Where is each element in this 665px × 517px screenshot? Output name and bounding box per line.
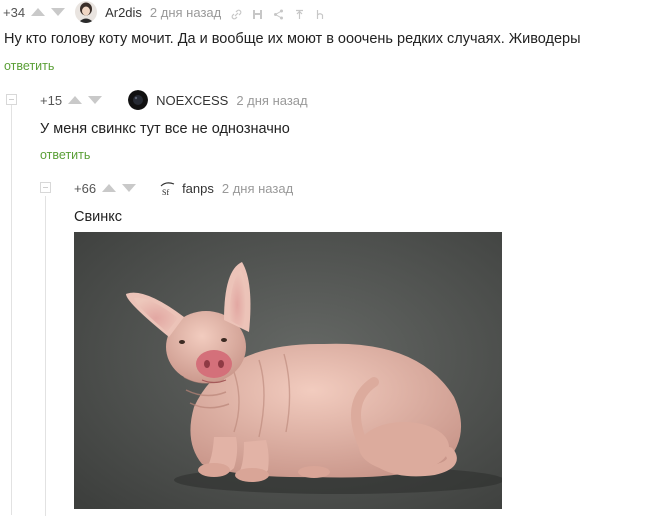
collapse-toggle[interactable] xyxy=(6,94,17,105)
comment-text: Свинкс xyxy=(74,209,123,225)
reply-link[interactable]: ответить xyxy=(40,148,90,162)
comment-rating: +66 xyxy=(74,180,97,196)
pin-icon[interactable] xyxy=(294,7,305,19)
upvote-icon[interactable] xyxy=(102,184,117,192)
thread-line xyxy=(11,105,12,515)
reply-link[interactable]: ответить xyxy=(4,59,54,73)
comment-2-header: +15 NOEXCESS 2 дня назад xyxy=(40,90,308,110)
avatar[interactable] xyxy=(75,1,98,23)
comment-time: 2 дня назад xyxy=(149,4,222,20)
h-icon[interactable] xyxy=(315,7,326,19)
thread-line xyxy=(45,196,46,516)
avatar[interactable] xyxy=(128,90,149,110)
comment-time: 2 дня назад xyxy=(221,180,294,196)
comment-1-header: +34 Ar2dis 2 дня назад xyxy=(3,1,326,23)
comment-text: У меня свинкс тут все не однозначно xyxy=(40,121,290,137)
comment-text: Ну кто голову коту мочит. Да и вообще их… xyxy=(4,31,581,47)
comment-3-header: +66 Sf fanps 2 дня назад xyxy=(74,178,294,198)
comment-image[interactable] xyxy=(74,232,502,509)
comment-time: 2 дня назад xyxy=(236,92,308,108)
comment-rating: +34 xyxy=(3,4,26,20)
collapse-toggle[interactable] xyxy=(40,182,51,193)
save-icon[interactable] xyxy=(252,7,263,19)
upvote-icon[interactable] xyxy=(31,8,46,16)
svg-text:Sf: Sf xyxy=(162,188,169,197)
avatar[interactable]: Sf xyxy=(158,178,179,198)
upvote-icon[interactable] xyxy=(68,96,83,104)
downvote-icon[interactable] xyxy=(122,184,137,192)
downvote-icon[interactable] xyxy=(51,8,66,16)
comment-rating: +15 xyxy=(40,92,63,108)
comment-author[interactable]: fanps xyxy=(182,181,214,196)
downvote-icon[interactable] xyxy=(88,96,103,104)
link-icon[interactable] xyxy=(231,7,242,19)
comment-author[interactable]: NOEXCESS xyxy=(156,93,228,108)
share-icon[interactable] xyxy=(273,7,284,19)
comment-author[interactable]: Ar2dis xyxy=(105,5,142,20)
